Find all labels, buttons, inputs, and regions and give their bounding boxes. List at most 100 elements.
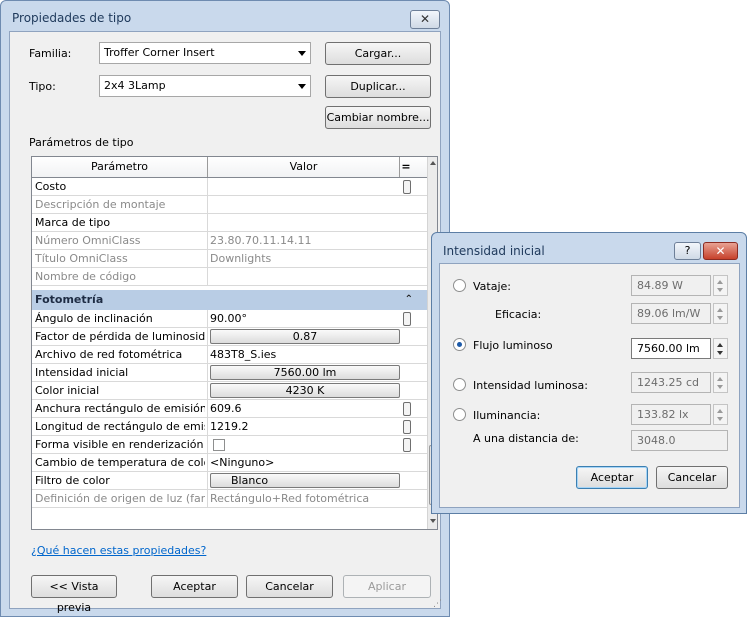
illuminance-field[interactable]: 133.82 lx [631, 404, 711, 425]
field-edit-button[interactable] [403, 180, 411, 194]
dialog-client-area: Familia: Troffer Corner Insert Cargar...… [9, 31, 441, 614]
param-value[interactable]: 483T8_S.ies [210, 346, 400, 363]
param-name: Título OmniClass [35, 252, 128, 265]
param-name: Anchura rectángulo de emisión [35, 402, 205, 415]
dialog-ok-button[interactable]: Aceptar [576, 466, 648, 489]
luminous-flux-field[interactable]: 7560.00 lm [631, 338, 711, 359]
collapse-chevron-icon[interactable]: ⌃ [405, 290, 413, 310]
close-button[interactable]: ✕ [410, 10, 440, 29]
efficacy-spinner[interactable] [713, 303, 728, 324]
param-name: Intensidad inicial [35, 366, 129, 379]
duplicate-button[interactable]: Duplicar... [325, 75, 431, 98]
param-name: Filtro de color [35, 474, 110, 487]
initial-intensity-dialog: Intensidad inicial ? ✕ Vataje: 84.89 W E… [431, 232, 747, 514]
table-row[interactable]: Intensidad inicial 7560.00 lm [32, 364, 427, 382]
table-row[interactable]: Cambio de temperatura de color <Ninguno> [32, 454, 427, 472]
table-row[interactable]: Ángulo de inclinación 90.00° [32, 310, 427, 328]
param-value[interactable]: Downlights [210, 250, 400, 267]
field-edit-button[interactable] [403, 438, 411, 452]
table-row[interactable]: Factor de pérdida de luminosidad 0.87 [32, 328, 427, 346]
param-value[interactable]: 23.80.70.11.14.11 [210, 232, 400, 249]
preview-button[interactable]: << Vista previa [31, 575, 117, 614]
table-row[interactable]: Número OmniClass 23.80.70.11.14.11 [32, 232, 427, 250]
value-column-header[interactable]: Valor [208, 157, 399, 177]
tipo-dropdown[interactable]: 2x4 3Lamp [99, 75, 311, 97]
field-edit-button[interactable] [403, 420, 411, 434]
param-name: Archivo de red fotométrica [35, 348, 183, 361]
wattage-radio[interactable] [453, 279, 466, 292]
table-row[interactable]: Título OmniClass Downlights [32, 250, 427, 268]
field-edit-button[interactable] [403, 312, 411, 326]
table-row[interactable]: Marca de tipo [32, 214, 427, 232]
color-filter-button[interactable]: Blanco [210, 473, 400, 488]
table-row[interactable]: Nombre de código [32, 268, 427, 286]
table-row[interactable]: Definición de origen de luz (familia) Re… [32, 490, 427, 508]
type-properties-window: Propiedades de tipo ✕ Familia: Troffer C… [0, 0, 450, 617]
param-value[interactable]: Rectángulo+Red fotométrica [210, 490, 400, 507]
value-edit-button[interactable]: 0.87 [210, 329, 400, 344]
spin-down-icon[interactable] [717, 385, 723, 389]
help-button[interactable]: ? [674, 242, 701, 260]
spin-down-icon[interactable] [717, 288, 723, 292]
chevron-down-icon [298, 51, 306, 56]
table-row[interactable]: Costo [32, 178, 427, 196]
rename-button[interactable]: Cambiar nombre... [325, 106, 431, 129]
table-row[interactable]: Forma visible en renderización [32, 436, 427, 454]
luminous-intensity-radio[interactable] [453, 378, 466, 391]
param-name: Costo [35, 180, 67, 193]
spin-up-icon[interactable] [717, 343, 723, 347]
param-value[interactable]: <Ninguno> [210, 454, 400, 471]
luminous-flux-spinner[interactable] [713, 338, 728, 359]
luminous-flux-radio[interactable] [453, 338, 466, 351]
spin-down-icon[interactable] [717, 417, 723, 421]
cancel-button[interactable]: Cancelar [246, 575, 333, 598]
illuminance-label: Iluminancia: [473, 409, 541, 422]
sort-toggle-icon[interactable]: = [400, 157, 412, 177]
param-name: Nombre de código [35, 270, 136, 283]
illuminance-radio[interactable] [453, 408, 466, 421]
ok-button[interactable]: Aceptar [151, 575, 238, 598]
spin-up-icon[interactable] [717, 308, 723, 312]
wattage-field[interactable]: 84.89 W [631, 275, 711, 296]
luminous-intensity-field[interactable]: 1243.25 cd [631, 372, 711, 393]
load-button[interactable]: Cargar... [325, 42, 431, 65]
chevron-down-icon [298, 84, 306, 89]
field-edit-button[interactable] [403, 402, 411, 416]
resize-grip-icon[interactable]: ⋰ [433, 599, 442, 609]
dialog-cancel-button[interactable]: Cancelar [656, 466, 728, 489]
spin-down-icon[interactable] [717, 316, 723, 320]
table-row[interactable]: Archivo de red fotométrica 483T8_S.ies [32, 346, 427, 364]
efficacy-field[interactable]: 89.06 lm/W [631, 303, 711, 324]
spin-up-icon[interactable] [717, 280, 723, 284]
familia-dropdown[interactable]: Troffer Corner Insert [99, 42, 311, 64]
type-parameters-label: Parámetros de tipo [29, 136, 134, 149]
parameter-column-header[interactable]: Parámetro [32, 157, 207, 177]
spin-up-icon[interactable] [717, 409, 723, 413]
dialog-close-button[interactable]: ✕ [703, 242, 738, 260]
luminous-intensity-spinner[interactable] [713, 372, 728, 393]
visible-shape-checkbox[interactable] [213, 439, 225, 451]
table-row[interactable]: Color inicial 4230 K [32, 382, 427, 400]
scroll-down-icon[interactable] [430, 519, 436, 523]
group-label: Fotometría [35, 293, 104, 306]
spin-up-icon[interactable] [717, 377, 723, 381]
photometry-group-header[interactable]: Fotometría ⌃ [32, 290, 427, 310]
familia-label: Familia: [29, 47, 72, 60]
illuminance-spinner[interactable] [713, 404, 728, 425]
help-link[interactable]: ¿Qué hacen estas propiedades? [31, 544, 206, 557]
initial-intensity-button[interactable]: 7560.00 lm [210, 365, 400, 380]
initial-color-button[interactable]: 4230 K [210, 383, 400, 398]
table-row[interactable]: Anchura rectángulo de emisión 609.6 [32, 400, 427, 418]
table-row[interactable]: Filtro de color Blanco [32, 472, 427, 490]
table-row[interactable]: Descripción de montaje [32, 196, 427, 214]
param-value[interactable]: 609.6 [210, 400, 400, 417]
param-name: Número OmniClass [35, 234, 141, 247]
distance-field[interactable]: 3048.0 [631, 430, 728, 451]
param-value[interactable]: 90.00° [210, 310, 400, 327]
spin-down-icon[interactable] [717, 351, 723, 355]
apply-button[interactable]: Aplicar [343, 575, 431, 598]
scroll-up-icon[interactable] [430, 161, 436, 165]
param-value[interactable]: 1219.2 [210, 418, 400, 435]
wattage-spinner[interactable] [713, 275, 728, 296]
table-row[interactable]: Longitud de rectángulo de emisión 1219.2 [32, 418, 427, 436]
